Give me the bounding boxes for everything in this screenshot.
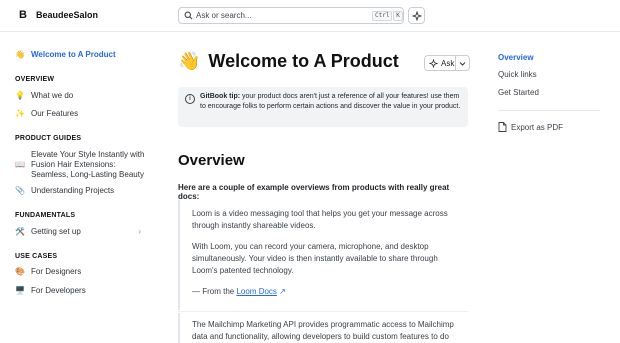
shortcut-k-key: K	[393, 11, 403, 21]
sidebar-item-our-features[interactable]: ✨ Our Features	[15, 109, 78, 119]
search-placeholder: Ask or search...	[196, 11, 252, 20]
waving-hand-icon: 👋	[15, 50, 25, 59]
ask-button-label: Ask	[441, 59, 455, 68]
loom-quote: Loom is a video messaging tool that help…	[178, 200, 468, 310]
toc-item-get-started[interactable]: Get Started	[498, 88, 539, 97]
table-of-contents: Overview Quick links Get Started Export …	[498, 32, 608, 343]
desktop-computer-icon: 🖥️	[15, 286, 25, 295]
light-bulb-icon: 💡	[15, 91, 25, 100]
section-title-product-guides: PRODUCT GUIDES	[15, 135, 82, 142]
chevron-down-icon[interactable]	[458, 59, 467, 69]
sidebar-item-label: Understanding Projects	[31, 186, 115, 195]
hint-text: GitBook tip: your product docs aren't ju…	[200, 92, 462, 112]
hint-bold: GitBook tip:	[200, 93, 241, 100]
tools-icon: 🛠️	[15, 227, 25, 236]
sidebar-item-label: Getting set up	[31, 227, 81, 236]
pdf-file-icon	[498, 122, 507, 132]
sidebar-item-getting-set-up[interactable]: 🛠️ Getting set up	[15, 227, 145, 237]
sidebar: 👋 Welcome to A Product OVERVIEW 💡 What w…	[0, 32, 160, 343]
loom-quote-p2: With Loom, you can record your camera, m…	[192, 242, 438, 275]
palette-icon: 🎨	[15, 267, 25, 276]
sparkle-icon	[429, 59, 438, 68]
brand-name[interactable]: BeaudeeSalon	[36, 10, 98, 20]
sidebar-item-label: For Developers	[31, 286, 86, 295]
waving-hand-icon: 👋	[178, 51, 201, 71]
loom-quote-source: — From the Loom Docs ↗	[192, 286, 462, 298]
chevron-right-icon[interactable]: ›	[138, 227, 141, 236]
hint-body: your product docs aren't just a referenc…	[200, 93, 461, 110]
toc-item-overview[interactable]: Overview	[498, 53, 534, 62]
sidebar-item-for-designers[interactable]: 🎨 For Designers	[15, 267, 81, 277]
search-box[interactable]: Ask or search... Ctrl K	[178, 7, 404, 24]
brand-logo[interactable]: B	[16, 8, 30, 22]
sidebar-item-welcome[interactable]: 👋 Welcome to A Product	[15, 50, 116, 60]
toc-divider	[498, 110, 600, 111]
search-icon	[184, 11, 193, 20]
sparkles-icon: ✨	[15, 109, 25, 118]
main-content: 👋 Welcome to A Product Ask i GitBook tip…	[178, 32, 470, 343]
sidebar-item-label: Welcome to A Product	[31, 50, 116, 59]
loom-docs-link[interactable]: Loom Docs	[236, 287, 276, 296]
export-pdf-button[interactable]: Export as PDF	[498, 122, 563, 132]
sidebar-item-fusion-hair-extensions[interactable]: 📖 Elevate Your Style Instantly with Fusi…	[15, 150, 145, 180]
overview-heading: Overview	[178, 152, 245, 169]
sidebar-item-for-developers[interactable]: 🖥️ For Developers	[15, 286, 86, 296]
page-title-text: Welcome to A Product	[208, 51, 399, 71]
top-bar: B BeaudeeSalon Ask or search... Ctrl K	[0, 0, 620, 32]
info-icon: i	[185, 94, 195, 104]
sparkle-icon	[412, 11, 422, 21]
section-title-overview: OVERVIEW	[15, 76, 55, 83]
ask-button-divider	[455, 56, 456, 70]
gitbook-tip-hint: i GitBook tip: your product docs aren't …	[178, 87, 468, 127]
external-link-icon: ↗	[279, 287, 286, 296]
sidebar-item-label: For Designers	[31, 267, 82, 276]
page-title: 👋 Welcome to A Product	[178, 50, 399, 72]
book-icon: 📖	[15, 160, 25, 169]
overview-lead: Here are a couple of example overviews f…	[178, 183, 450, 201]
mailchimp-quote-p1: The Mailchimp Marketing API provides pro…	[192, 320, 454, 341]
ai-assistant-button[interactable]	[408, 7, 425, 24]
export-pdf-label: Export as PDF	[511, 122, 564, 132]
sidebar-item-label: What we do	[31, 91, 74, 100]
section-title-fundamentals: FUNDAMENTALS	[15, 212, 76, 219]
sidebar-item-label: Elevate Your Style Instantly with Fusion…	[31, 150, 145, 179]
section-title-use-cases: USE CASES	[15, 253, 58, 260]
source-prefix: — From the	[192, 287, 237, 296]
sidebar-item-what-we-do[interactable]: 💡 What we do	[15, 91, 73, 101]
loom-quote-p1: Loom is a video messaging tool that help…	[192, 209, 448, 230]
divider	[178, 311, 468, 312]
toc-item-quick-links[interactable]: Quick links	[498, 70, 537, 79]
sidebar-item-understanding-projects[interactable]: 📎 Understanding Projects	[15, 186, 114, 196]
paperclip-icon: 📎	[15, 186, 25, 195]
mailchimp-quote: The Mailchimp Marketing API provides pro…	[178, 313, 468, 343]
ask-button[interactable]: Ask	[424, 55, 470, 71]
shortcut-ctrl-key: Ctrl	[372, 11, 393, 21]
sidebar-item-label: Our Features	[31, 109, 79, 118]
